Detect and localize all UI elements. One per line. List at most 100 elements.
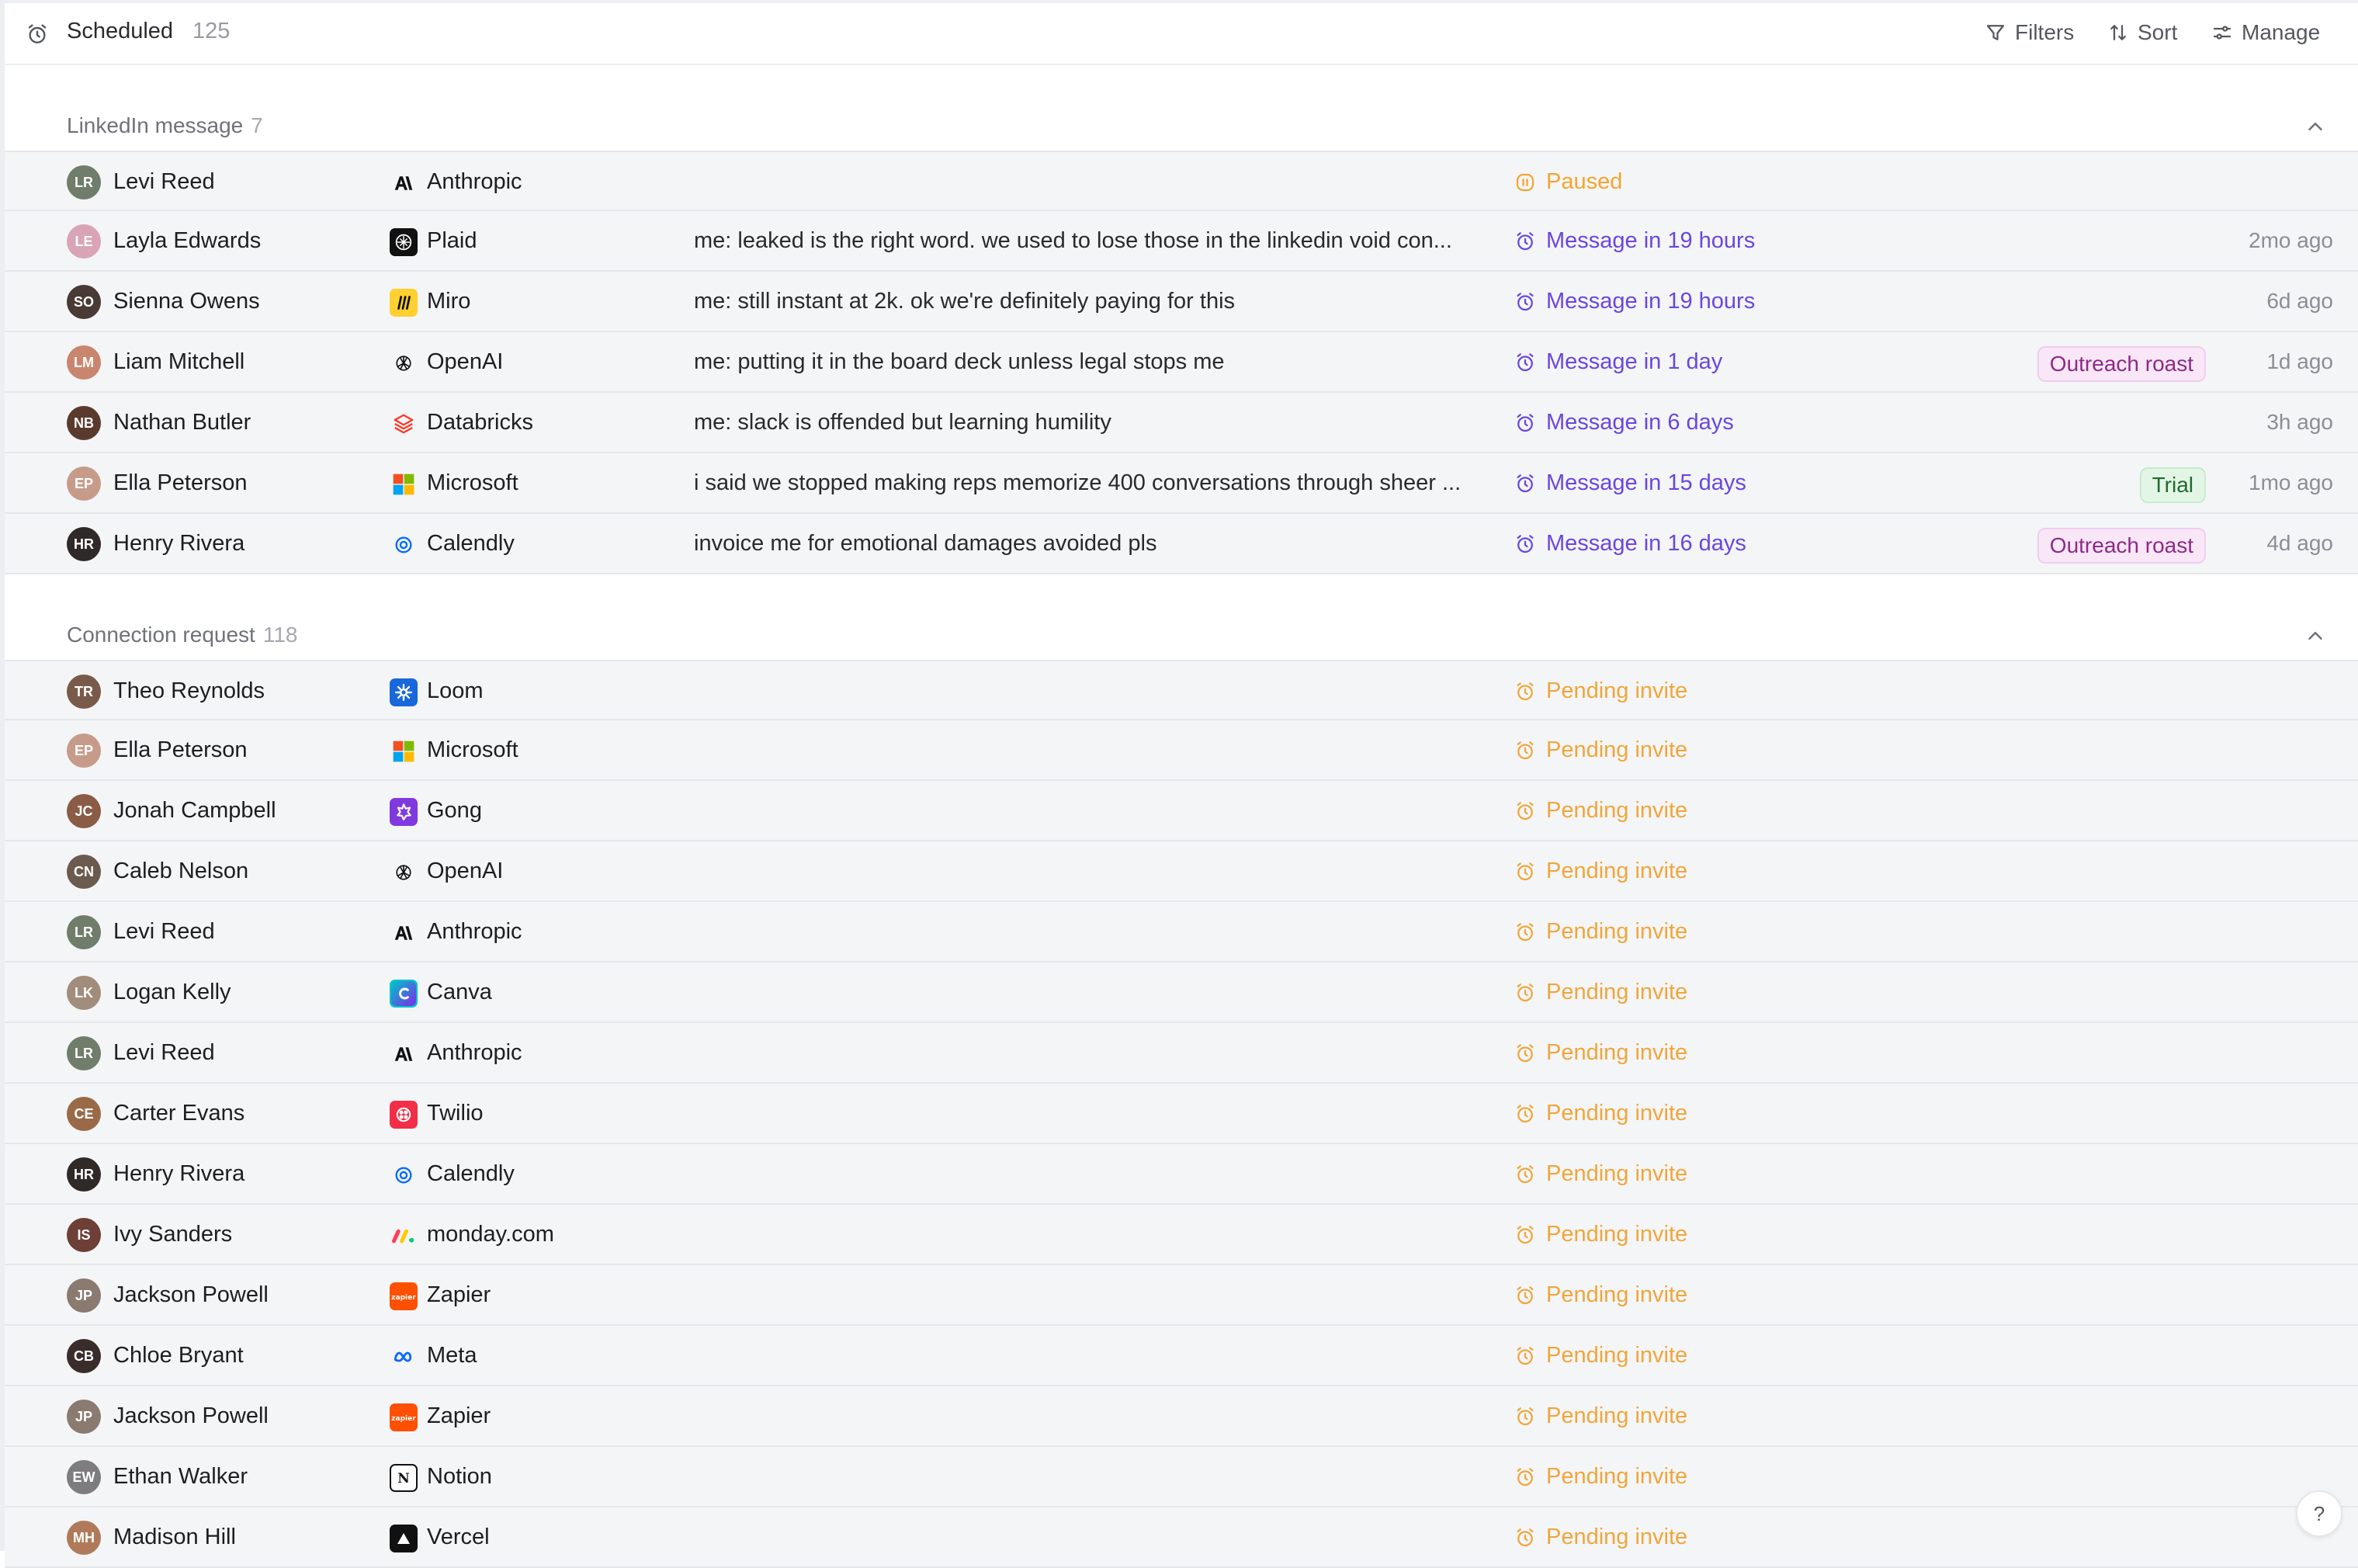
contact-name[interactable]: Levi Reed [113, 1040, 215, 1066]
contact-name[interactable]: Ella Peterson [113, 737, 248, 763]
avatar-initials: EP [74, 475, 93, 491]
company-name[interactable]: Calendly [427, 531, 515, 557]
contact-name[interactable]: Theo Reynolds [113, 678, 265, 704]
contact-name[interactable]: Liam Mitchell [113, 349, 244, 375]
chevron-up-icon[interactable] [2304, 115, 2327, 138]
avatar-initials: CN [74, 863, 94, 879]
status-label: Pending invite [1546, 919, 1688, 944]
avatar-initials: LR [75, 174, 93, 190]
table-row[interactable]: LK Logan Kelly Canva Pending invite [5, 963, 2358, 1023]
avatar: HR [67, 1157, 101, 1192]
contact-name[interactable]: Jackson Powell [113, 1282, 269, 1308]
company-name[interactable]: Anthropic [427, 919, 522, 945]
status-label: Message in 15 days [1546, 470, 1746, 495]
status-label: Pending invite [1546, 1525, 1688, 1549]
company-name[interactable]: Plaid [427, 228, 477, 254]
table-row[interactable]: IS Ivy Sanders monday.com Pending invite [5, 1205, 2358, 1265]
company-name[interactable]: monday.com [427, 1222, 554, 1247]
table-row[interactable]: NB Nathan Butler Databricks me: slack is of… [5, 393, 2358, 453]
avatar: EP [67, 467, 101, 501]
table-row[interactable]: LR Levi Reed Anthropic Pending invite [5, 1023, 2358, 1084]
contact-name[interactable]: Ethan Walker [113, 1464, 248, 1490]
company-name[interactable]: Microsoft [427, 470, 518, 496]
company-name[interactable]: OpenAI [427, 859, 503, 884]
contact-name[interactable]: Levi Reed [113, 919, 215, 945]
table-row[interactable]: SO Sienna Owens Miro me: still instant at 2… [5, 272, 2358, 332]
company-name[interactable]: Anthropic [427, 169, 522, 195]
company-name[interactable]: Notion [427, 1464, 492, 1490]
table-row[interactable]: CN Caleb Nelson OpenAI Pending invite [5, 841, 2358, 902]
contact-name[interactable]: Chloe Bryant [113, 1343, 244, 1369]
svg-text:zapier: zapier [391, 1415, 416, 1423]
avatar: JC [67, 794, 101, 828]
avatar: NB [67, 406, 101, 440]
status-label: Pending invite [1546, 737, 1688, 762]
avatar-initials: TR [75, 683, 93, 699]
contact-name[interactable]: Nathan Butler [113, 410, 251, 435]
alarm-clock-icon [1517, 1104, 1534, 1122]
page-header: Scheduled 125 Filters Sort Manage [5, 3, 2358, 65]
status-indicator: Pending invite [1514, 1282, 1687, 1308]
table-row[interactable]: TR Theo Reynolds Loom Pending invite [5, 660, 2358, 720]
openai-logo-icon [390, 349, 418, 377]
sort-button[interactable]: Sort [2107, 17, 2177, 48]
contact-name[interactable]: Ivy Sanders [113, 1222, 232, 1247]
table-row[interactable]: CB Chloe Bryant Meta Pending invite [5, 1326, 2358, 1386]
contact-name[interactable]: Henry Rivera [113, 1161, 244, 1187]
timestamp: 6d ago [2266, 289, 2333, 313]
chevron-up-icon[interactable] [2304, 624, 2327, 647]
table-row[interactable]: HR Henry Rivera Calendly invoice me for emo… [5, 514, 2358, 574]
status-indicator: Message in 1 day [1514, 349, 1722, 375]
tag-badge: Outreach roast [2037, 346, 2206, 382]
company-name[interactable]: Anthropic [427, 1040, 522, 1066]
table-row[interactable]: EW Ethan Walker N Notion Pending invite [5, 1447, 2358, 1507]
table-row[interactable]: LR Levi Reed Anthropic Pending invite [5, 902, 2358, 963]
table-row[interactable]: EP Ella Peterson Microsoft Pending invite [5, 720, 2358, 781]
company-name[interactable]: Calendly [427, 1161, 515, 1187]
table-row[interactable]: LE Layla Edwards Plaid me: leaked is the ri… [5, 211, 2358, 272]
company-name[interactable]: Miro [427, 289, 470, 314]
contact-name[interactable]: Ella Peterson [113, 470, 248, 496]
company-name[interactable]: Zapier [427, 1403, 491, 1429]
table-row[interactable]: EP Ella Peterson Microsoft i said we stoppe… [5, 453, 2358, 514]
status-indicator: Pending invite [1514, 1101, 1687, 1126]
timestamp: 1mo ago [2249, 470, 2333, 494]
contact-name[interactable]: Logan Kelly [113, 980, 231, 1005]
table-row[interactable]: JP Jackson Powell zapier Zapier Pending invi… [5, 1265, 2358, 1326]
company-name[interactable]: OpenAI [427, 349, 503, 375]
contact-name[interactable]: Madison Hill [113, 1525, 236, 1550]
help-button[interactable]: ? [2296, 1490, 2342, 1537]
avatar: HR [67, 527, 101, 561]
message-preview: me: leaked is the right word. we used to… [694, 228, 1452, 253]
contact-name[interactable]: Sienna Owens [113, 289, 260, 314]
table-row[interactable]: LR Levi Reed Anthropic Paused [5, 151, 2358, 211]
contact-name[interactable]: Jonah Campbell [113, 798, 276, 824]
table-row[interactable]: MH Madison Hill Vercel Pending invite [5, 1507, 2358, 1568]
table-row[interactable]: LM Liam Mitchell OpenAI me: putting it in t… [5, 332, 2358, 393]
contact-name[interactable]: Caleb Nelson [113, 859, 248, 884]
table-row[interactable]: JP Jackson Powell zapier Zapier Pending invi… [5, 1386, 2358, 1447]
table-row[interactable]: CE Carter Evans Twilio Pending invite [5, 1084, 2358, 1144]
contact-name[interactable]: Layla Edwards [113, 228, 261, 254]
company-name[interactable]: Meta [427, 1343, 477, 1369]
avatar-initials: NB [74, 415, 94, 431]
company-name[interactable]: Databricks [427, 410, 533, 435]
table-row[interactable]: JC Jonah Campbell Gong Pending invite [5, 781, 2358, 841]
company-name[interactable]: Microsoft [427, 737, 518, 763]
contact-name[interactable]: Henry Rivera [113, 531, 244, 557]
company-name[interactable]: Canva [427, 980, 492, 1005]
company-name[interactable]: Gong [427, 798, 482, 824]
company-name[interactable]: Loom [427, 678, 484, 704]
contact-name[interactable]: Jackson Powell [113, 1403, 269, 1429]
status-label: Message in 6 days [1546, 410, 1734, 435]
anthropic-logo-icon [390, 1040, 418, 1068]
filters-button[interactable]: Filters [1984, 17, 2074, 48]
table-row[interactable]: HR Henry Rivera Calendly Pending invite [5, 1144, 2358, 1205]
contact-name[interactable]: Levi Reed [113, 169, 215, 195]
contact-name[interactable]: Carter Evans [113, 1101, 244, 1126]
company-name[interactable]: Vercel [427, 1525, 490, 1550]
company-name[interactable]: Zapier [427, 1282, 491, 1308]
manage-button[interactable]: Manage [2211, 17, 2320, 48]
avatar-initials: IS [77, 1226, 91, 1243]
company-name[interactable]: Twilio [427, 1101, 484, 1126]
